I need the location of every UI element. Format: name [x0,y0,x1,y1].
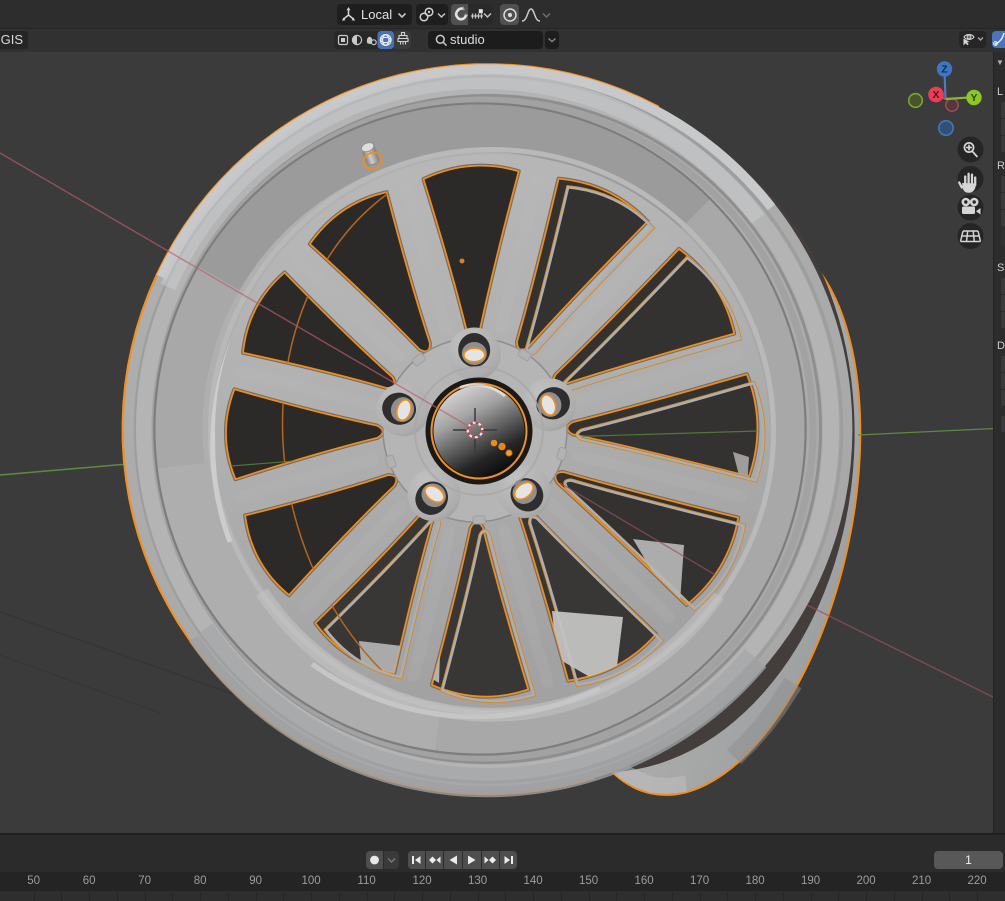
svg-text:X: X [932,89,939,101]
svg-text:Y: Y [970,92,977,104]
svg-text:Z: Z [941,64,948,76]
